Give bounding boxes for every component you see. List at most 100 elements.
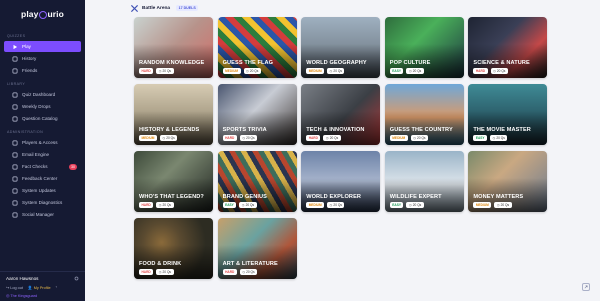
clock-icon: ◷ <box>158 269 162 274</box>
collapse-icon[interactable]: ‹ <box>56 285 57 290</box>
clock-icon: ◷ <box>246 68 249 73</box>
sidebar-item-system-diagnostics[interactable]: System Diagnostics <box>4 197 81 208</box>
sidebar-item-question-catalog[interactable]: Question Catalog <box>4 113 81 124</box>
quiz-card[interactable]: GUESS THE COUNTRY MEDIUM ◷ 20 Qs <box>384 84 464 145</box>
quiz-card[interactable]: WHO'S THAT LEGEND? HARD ◷ 20 Qs <box>134 151 213 212</box>
email-icon <box>12 152 18 158</box>
quiz-card[interactable]: SCIENCE & NATURE HARD ◷ 20 Qs <box>468 17 548 78</box>
duration-badge: ◷ 20 Qs <box>410 134 429 141</box>
quiz-card[interactable]: GUESS THE FLAG MEDIUM ◷ 20 Qs <box>217 17 297 78</box>
card-meta: MEDIUM ◷ 20 Qs <box>306 67 345 74</box>
logout-link[interactable]: ↪ Log out <box>6 285 23 290</box>
org-label: The Kingsguard <box>10 294 38 298</box>
clock-icon: ◷ <box>496 202 500 207</box>
duration-badge: ◷ 20 Qs <box>490 67 508 74</box>
clock-icon: ◷ <box>408 202 412 207</box>
sidebar-item-label: Social Manager <box>22 212 54 218</box>
sidebar: play urio QUIZZES Play History Friends LIBRAR… <box>0 0 85 301</box>
sidebar-item-play[interactable]: Play <box>4 41 81 53</box>
history-icon <box>12 56 18 62</box>
sidebar-item-friends[interactable]: Friends <box>4 65 81 76</box>
difficulty-badge: HARD <box>473 67 488 74</box>
logo-q-icon <box>38 11 47 19</box>
clock-icon: ◷ <box>492 135 496 140</box>
quiz-card[interactable]: FOOD & DRINK HARD ◷ 20 Qs <box>134 218 213 279</box>
duration-badge: ◷ 20 Qs <box>159 134 178 141</box>
logo-text-play: play <box>21 9 39 19</box>
difficulty-badge: HARD <box>139 201 154 208</box>
card-title: POP CULTURE <box>389 60 431 66</box>
duration-badge: ◷ 20 Qs <box>156 268 174 275</box>
duration-label: 20 Qs <box>500 202 510 207</box>
user-block: Aaron Hawsnos ↪ Log out 👤 My Profile ‹ ◎… <box>0 271 85 301</box>
sidebar-item-weekly-drops[interactable]: Weekly Drops <box>4 101 81 112</box>
clock-icon: ◷ <box>242 135 246 140</box>
card-title: HISTORY & LEGENDS <box>139 127 200 133</box>
card-title: BRAND GENIUS <box>222 194 267 200</box>
sidebar-item-history[interactable]: History <box>4 53 81 64</box>
duration-label: 20 Qs <box>496 135 505 140</box>
sidebar-item-label: System Diagnostics <box>22 200 63 206</box>
clock-icon: ◷ <box>241 202 245 207</box>
quiz-card[interactable]: WORLD EXPLORER MEDIUM ◷ 20 Qs <box>301 151 381 212</box>
my-profile-label: My Profile <box>33 286 51 290</box>
quiz-card[interactable]: BRAND GENIUS EASY ◷ 20 Qs <box>217 151 297 212</box>
duration-label: 20 Qs <box>333 68 342 73</box>
app-logo[interactable]: play urio <box>0 0 85 28</box>
card-meta: MEDIUM ◷ 20 Qs <box>139 134 178 141</box>
sidebar-nav: QUIZZES Play History Friends LIBRARY Quiz Das… <box>0 34 85 220</box>
logout-label: Log out <box>10 286 23 290</box>
sidebar-item-system-updates[interactable]: System Updates <box>4 185 81 196</box>
duration-badge: ◷ 20 Qs <box>490 134 508 141</box>
section-title: LIBRARY <box>7 82 26 87</box>
duration-badge: ◷ 20 Qs <box>327 67 345 74</box>
clock-icon: ◷ <box>329 68 333 73</box>
card-meta: HARD ◷ 20 Qs <box>222 134 258 141</box>
logo-text-urio: urio <box>47 9 64 19</box>
expand-icon[interactable] <box>582 283 590 291</box>
quiz-card[interactable]: HISTORY & LEGENDS MEDIUM ◷ 20 Qs <box>134 84 213 145</box>
difficulty-badge: HARD <box>222 268 237 275</box>
quiz-card[interactable]: POP CULTURE EASY ◷ 20 Qs <box>384 17 464 78</box>
sidebar-item-feedback-center[interactable]: Feedback Center <box>4 173 81 184</box>
card-title: SPORTS TRIVIA <box>222 127 267 133</box>
sidebar-item-label: Weekly Drops <box>22 104 51 110</box>
duration-badge: ◷ 20 Qs <box>494 201 512 208</box>
sidebar-item-email-engine[interactable]: Email Engine <box>4 149 81 160</box>
quiz-card[interactable]: MONEY MATTERS MEDIUM ◷ 20 Qs <box>468 151 548 212</box>
card-title: THE MOVIE MASTER <box>473 127 531 133</box>
quiz-card[interactable]: WORLD GEOGRAPHY MEDIUM ◷ 20 Qs <box>301 17 381 78</box>
sidebar-item-label: Fact Checks <box>22 164 48 170</box>
duration-badge: ◷ 20 Qs <box>243 67 261 74</box>
card-meta: EASY ◷ 20 Qs <box>473 134 508 141</box>
feedback-icon <box>12 176 18 182</box>
my-profile-link[interactable]: 👤 My Profile <box>28 285 51 290</box>
card-title: ART & LITERATURE <box>222 261 278 267</box>
clock-icon: ◷ <box>408 68 412 73</box>
quiz-card[interactable]: RANDOM KNOWLEDGE HARD ◷ 20 Qs <box>134 17 213 78</box>
quiz-card[interactable]: THE MOVIE MASTER EASY ◷ 20 Qs <box>468 84 548 145</box>
quiz-grid: RANDOM KNOWLEDGE HARD ◷ 20 Qs GUESS THE F… <box>134 17 550 279</box>
sidebar-item-social-manager[interactable]: Social Manager <box>4 209 81 220</box>
quiz-card[interactable]: SPORTS TRIVIA HARD ◷ 20 Qs <box>217 84 297 145</box>
duration-badge: ◷ 20 Qs <box>239 134 258 141</box>
sidebar-item-label: System Updates <box>22 188 56 194</box>
play-icon <box>12 44 18 50</box>
settings-icon[interactable] <box>74 276 79 282</box>
card-meta: MEDIUM ◷ 20 Qs <box>473 201 512 208</box>
sidebar-item-fact-checks[interactable]: Fact Checks 30 <box>4 161 81 172</box>
quiz-card[interactable]: TECH & INNOVATION HARD ◷ 20 Qs <box>301 84 381 145</box>
duration-label: 20 Qs <box>246 135 255 140</box>
sidebar-item-quiz-dashboard[interactable]: Quiz Dashboard <box>4 89 81 100</box>
duration-label: 20 Qs <box>333 202 342 207</box>
swords-icon <box>131 4 138 12</box>
duration-label: 20 Qs <box>329 135 339 140</box>
card-title: WORLD GEOGRAPHY <box>306 60 367 66</box>
factcheck-icon <box>12 164 18 170</box>
quiz-card[interactable]: WILDLIFE EXPERT EASY ◷ 20 Qs <box>384 151 464 212</box>
main-content: Battle Arena 17 DUELS RANDOM KNOWLEDGE H… <box>85 0 600 301</box>
players-icon <box>12 140 18 146</box>
quiz-card[interactable]: ART & LITERATURE HARD ◷ 20 Qs <box>217 218 297 279</box>
sidebar-item-players-access[interactable]: Players & Access <box>4 137 81 148</box>
updates-icon <box>12 188 18 194</box>
